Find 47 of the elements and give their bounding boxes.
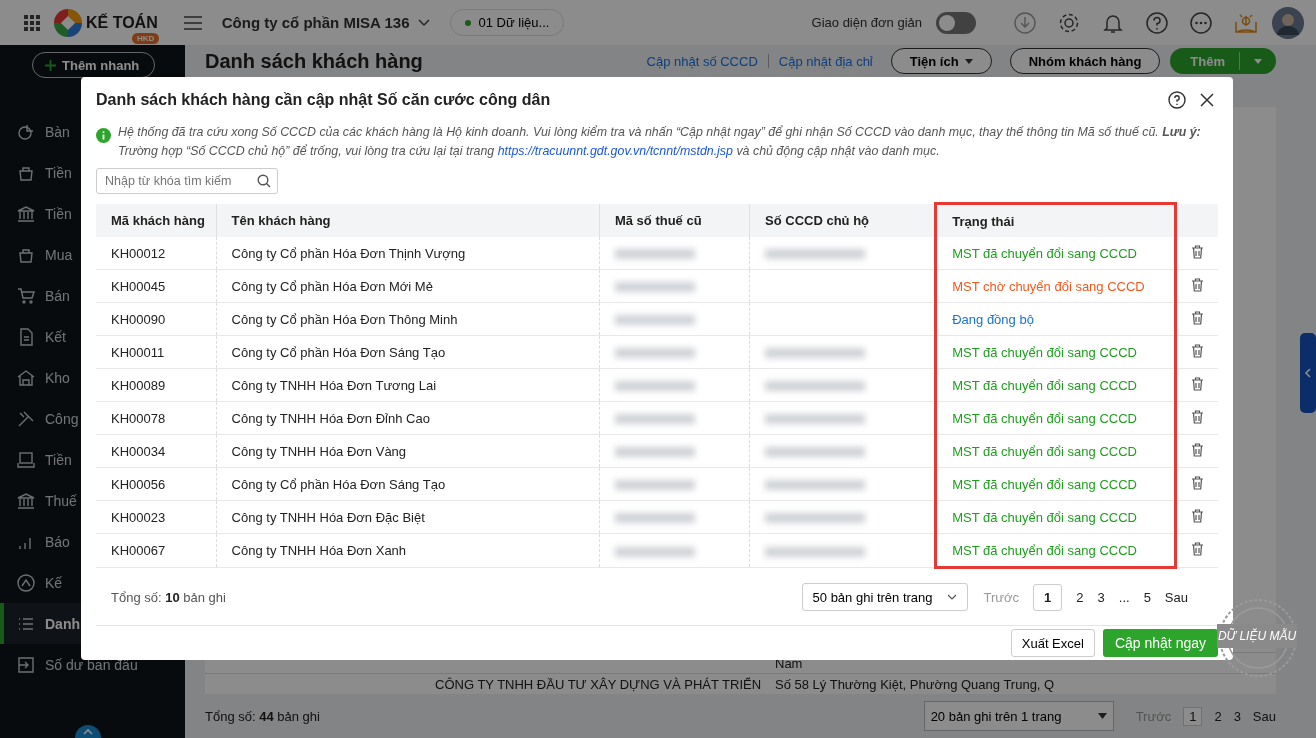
total-count: Tổng số: 10 bản ghi [110, 589, 226, 605]
status-text: MST đã chuyển đổi sang CCCD [935, 368, 1176, 402]
table-cell: KH00011 [96, 335, 217, 369]
table-cell: Công ty TNHH Hóa Đơn Đỉnh Cao [216, 401, 600, 435]
table-cell: Công ty Cổ phần Hóa Đơn Thông Minh [216, 302, 600, 336]
table-cell: KH00090 [96, 302, 217, 336]
logo-text: KẾ TOÁN [86, 13, 158, 32]
column-header: Mã khách hàng [96, 203, 217, 237]
table-cell: KH00056 [96, 467, 217, 501]
logo-badge: HKD [132, 32, 160, 44]
table-cell: Công ty Cổ phần Hóa Đơn Sáng Tạo [216, 335, 600, 369]
sample-data-stamp: DỮ LIỆU MẪU [1217, 624, 1297, 648]
status-text: Đang đồng bộ [935, 302, 1176, 336]
column-header: Tên khách hàng [216, 203, 600, 237]
status-text: MST chờ chuyển đổi sang CCCD [935, 269, 1176, 303]
dialog-title: Danh sách khách hàng cần cập nhật Số căn cước công dân [96, 91, 551, 109]
table-cell: Công ty Cổ phần Hóa Đơn Thịnh Vượng [216, 237, 600, 270]
table-cell: KH00045 [96, 269, 217, 303]
table-cell-text: Số 58 Lý Thường Kiệt, Phường Quang Trung, Q [774, 676, 1055, 692]
table-cell: Công ty TNHH Hóa Đơn Tương Lai [216, 368, 600, 402]
table-cell: Công ty Cổ phần Hóa Đơn Mới Mẻ [216, 269, 600, 303]
table-cell: KH00034 [96, 434, 217, 468]
table-cell: KH00078 [96, 401, 217, 435]
status-text: MST đã chuyển đổi sang CCCD [935, 434, 1176, 468]
status-text: MST đã chuyển đổi sang CCCD [935, 533, 1176, 568]
status-text: MST đã chuyển đổi sang CCCD [935, 237, 1176, 270]
status-text: MST đã chuyển đổi sang CCCD [935, 335, 1176, 369]
notice-text: Hệ thống đã tra cứu xong Số CCCD của các khách hàng là Hộ kinh doanh. Vui lòng kiểm tra và nhấn “Cập nhật ngay” để ghi nhận Số CCCD vào danh mục, thay thế thông tin Mã số thuế cũ. Lưu ý: Trường hợp “Số CCCD chủ hộ” để trống, vui lòng tra cứu lại tại trang https://tracuunnt.gdt.gov.vn/tcnnt/mstdn.jsp và chủ động cập nhật vào danh mục. [118, 124, 1202, 160]
table-cell-text: Nam [774, 655, 803, 671]
status-text: MST đã chuyển đổi sang CCCD [935, 401, 1176, 435]
status-text: MST đã chuyển đổi sang CCCD [935, 467, 1176, 501]
column-header: Trạng thái [935, 203, 1176, 237]
column-header: Mã số thuế cũ [599, 203, 750, 237]
status-text: MST đã chuyển đổi sang CCCD [935, 500, 1176, 534]
table-cell: KH00089 [96, 368, 217, 402]
table-cell: Công ty TNHH Hóa Đơn Đặc Biệt [216, 500, 600, 534]
simple-ui-label: Giao diện đơn giản [811, 15, 922, 30]
table-cell: KH00067 [96, 533, 217, 568]
page-title: Danh sách khách hàng [205, 49, 423, 73]
total-count: Tổng số: 44 bản ghi [205, 708, 320, 724]
table-cell: Công ty TNHH Hóa Đơn Vàng [216, 434, 600, 468]
column-header: Số CCCD chủ hộ [749, 203, 936, 237]
table-cell: Công ty TNHH Hóa Đơn Xanh [216, 533, 600, 568]
table-cell-text: CÔNG TY TNHH ĐẦU TƯ XÂY DỰNG VÀ PHÁT TRIỂN [435, 676, 763, 692]
table-cell: KH00023 [96, 500, 217, 534]
table-cell: KH00012 [96, 237, 217, 270]
table-cell: Công ty Cổ phần Hóa Đơn Sáng Tạo [216, 467, 600, 501]
